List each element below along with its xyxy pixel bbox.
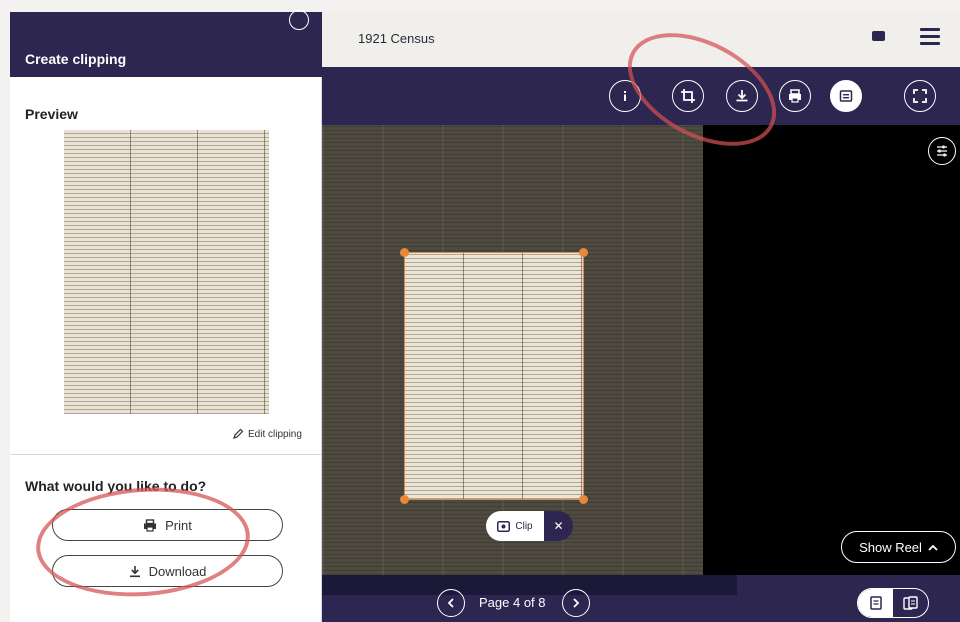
camera-icon: [497, 520, 511, 532]
viewer-background: [703, 125, 960, 575]
resize-handle-bottom-left[interactable]: [400, 495, 409, 504]
resize-handle-top-right[interactable]: [579, 248, 588, 257]
previous-page-button[interactable]: [437, 589, 465, 617]
text-view-icon: [839, 90, 853, 102]
resize-handle-bottom-right[interactable]: [579, 495, 588, 504]
edit-clipping-label: Edit clipping: [248, 428, 302, 440]
edit-clipping-link[interactable]: Edit clipping: [232, 428, 302, 440]
image-adjust-button[interactable]: [928, 137, 956, 165]
close-panel-button[interactable]: [289, 10, 309, 30]
single-page-view-button[interactable]: [858, 589, 893, 617]
print-icon: [789, 89, 801, 103]
show-reel-label: Show Reel: [859, 539, 922, 555]
view-mode-toggle: [857, 588, 929, 618]
record-title: 1921 Census: [358, 31, 435, 46]
chevron-right-icon: [573, 598, 580, 608]
clip-controls: Clip ✕: [486, 511, 573, 541]
hamburger-menu-icon[interactable]: [920, 28, 940, 46]
panel-title: Create clipping: [25, 51, 127, 67]
info-icon: [624, 91, 626, 101]
next-page-button[interactable]: [562, 589, 590, 617]
page-navigation-bar: Page 4 of 8: [322, 575, 960, 622]
chevron-up-icon: [928, 544, 938, 551]
panel-header: Create clipping: [10, 12, 322, 77]
preview-heading: Preview: [25, 106, 78, 122]
sliders-icon: [937, 145, 947, 157]
clipping-preview-image: [64, 130, 269, 414]
fullscreen-icon: [913, 89, 927, 103]
close-icon: [294, 15, 304, 25]
clip-button[interactable]: Clip: [486, 511, 544, 541]
multi-page-icon: [902, 596, 918, 610]
single-page-icon: [869, 596, 882, 610]
multi-page-view-button[interactable]: [893, 589, 928, 617]
print-button[interactable]: [779, 80, 811, 112]
page-indicator: Page 4 of 8: [479, 595, 546, 610]
resize-handle-top-left[interactable]: [400, 248, 409, 257]
clipping-selection[interactable]: [400, 248, 588, 504]
document-viewer[interactable]: Clip ✕ Show Reel: [322, 125, 960, 622]
divider: [10, 454, 322, 455]
text-view-button[interactable]: [830, 80, 862, 112]
pencil-icon: [233, 428, 244, 439]
chevron-left-icon: [447, 598, 454, 608]
fullscreen-button[interactable]: [904, 80, 936, 112]
cancel-clip-button[interactable]: ✕: [544, 511, 573, 541]
clip-label: Clip: [515, 520, 533, 532]
show-reel-button[interactable]: Show Reel: [841, 531, 956, 563]
scrollbar-track[interactable]: [322, 575, 737, 595]
mail-icon[interactable]: [872, 31, 885, 41]
